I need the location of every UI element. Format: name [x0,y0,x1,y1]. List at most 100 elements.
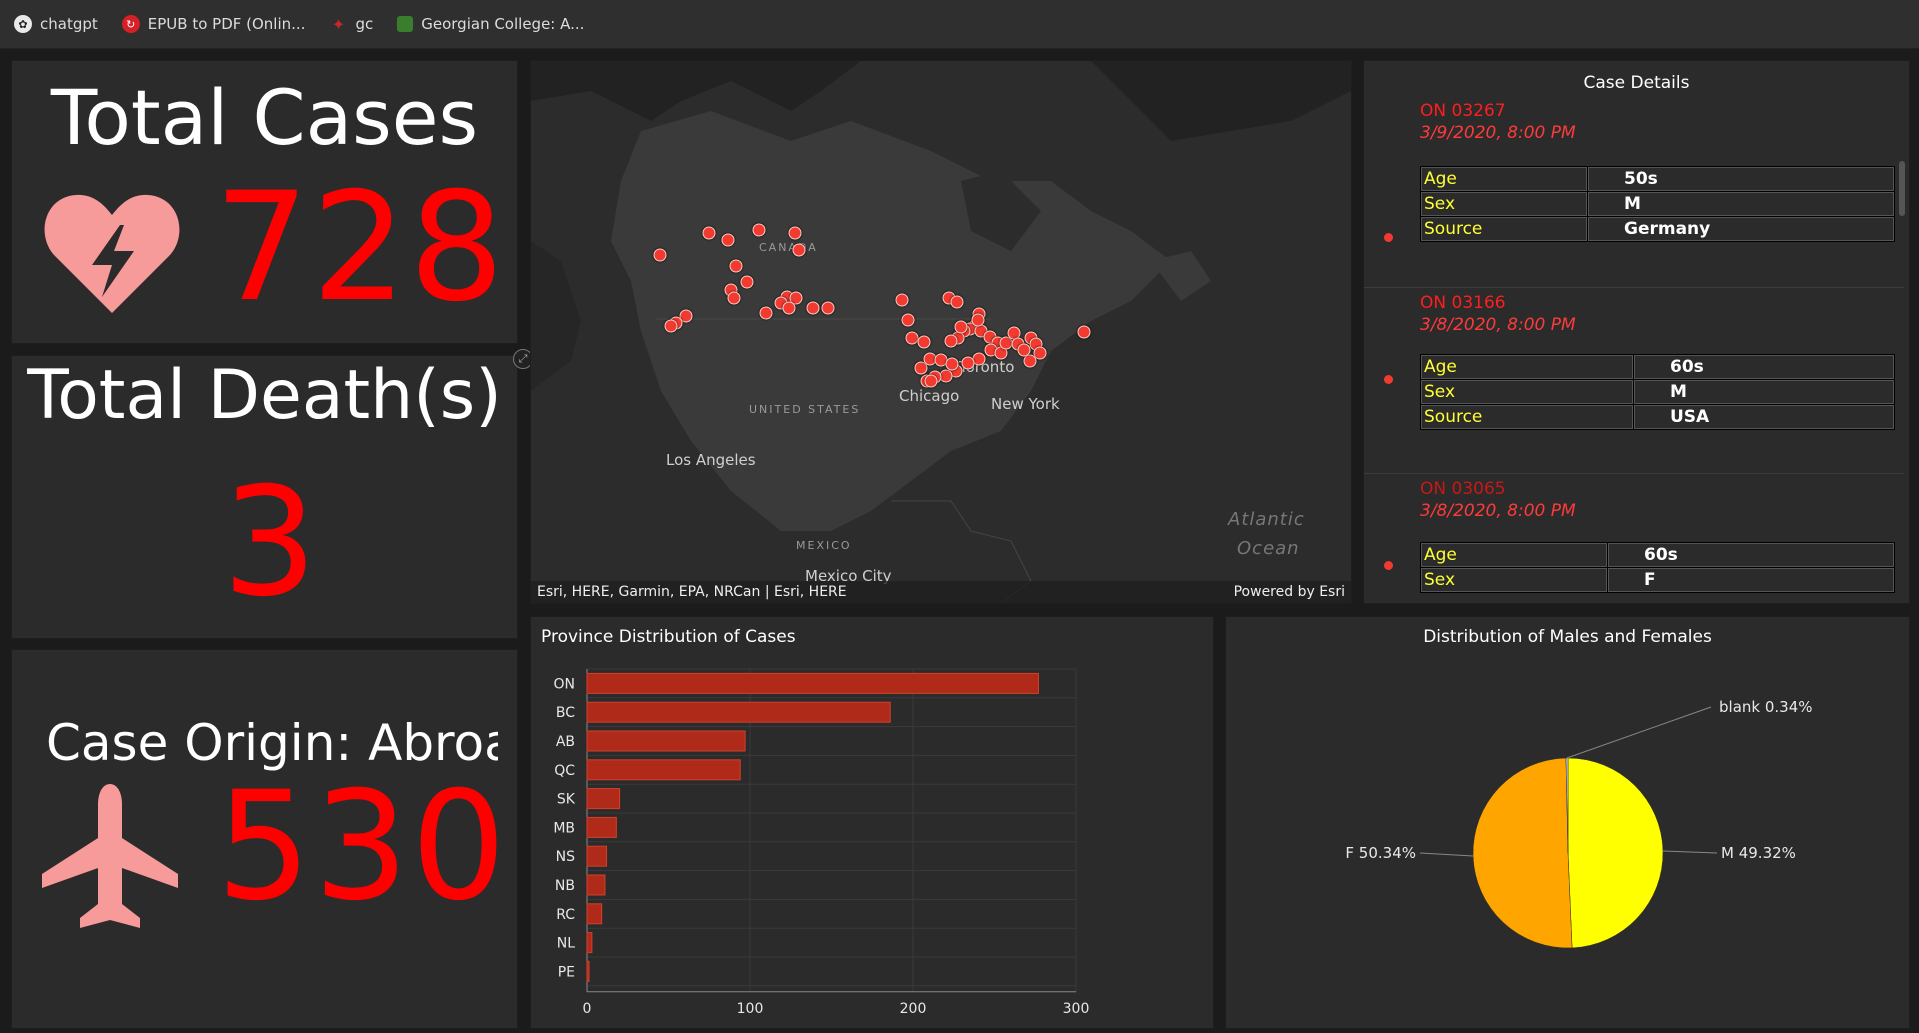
case-date: 3/8/2020, 8:00 PM [1420,501,1576,521]
y-tick-label: ON [554,676,576,692]
powered-by-esri[interactable]: Powered by Esri [1234,584,1345,600]
case-marker[interactable] [752,223,766,237]
case-marker[interactable] [1023,354,1037,368]
attr-value: M [1633,379,1895,405]
total-deaths-panel: Total Death(s) 3 ⤢ [11,349,533,639]
bookmark-georgian-college[interactable]: Georgian College: A... [397,15,584,33]
bookmark-label: chatgpt [40,15,98,33]
attr-value: F [1607,567,1895,593]
case-marker[interactable] [944,334,958,348]
map-label-mexico: MEXICO [796,539,852,552]
bar-pe [586,960,590,982]
attr-key: Sex [1420,567,1608,593]
case-marker[interactable] [917,335,931,349]
airplane-icon [42,784,178,928]
bar-bc [586,701,891,723]
case-marker[interactable] [727,291,741,305]
case-marker[interactable] [782,301,796,315]
case-marker[interactable] [759,306,773,320]
y-tick-label: NB [555,878,575,894]
case-marker[interactable] [971,313,985,327]
case-marker[interactable] [924,374,938,388]
maple-leaf-icon: ✦ [331,14,346,34]
case-date: 3/9/2020, 8:00 PM [1420,123,1576,143]
map-view[interactable]: CANADA UNITED STATES Chicago Toronto New… [530,60,1352,604]
bar-on [586,672,1040,694]
attr-key: Sex [1420,379,1634,405]
bar-rc [586,903,603,925]
bookmarks-bar: ✿ chatgpt ↻ EPUB to PDF (Onlin... ✦ gc G… [0,0,1919,49]
case-marker[interactable] [788,226,802,240]
heart-lightning-icon [44,194,180,313]
bookmark-gc[interactable]: ✦ gc [329,14,374,34]
case-marker[interactable] [895,293,909,307]
case-marker[interactable] [740,275,754,289]
map-attribution-bar: Esri, HERE, Garmin, EPA, NRCan | Esri, H… [531,581,1351,603]
case-marker[interactable] [1017,343,1031,357]
attr-value: 60s [1607,542,1895,568]
case-marker[interactable] [954,320,968,334]
case-id: ON 03166 [1420,293,1506,313]
total-cases-value: 728 [214,161,507,335]
bookmark-label: gc [355,15,374,33]
x-tick-label: 100 [737,1001,764,1017]
map-label-atlantic: Atlantic [1228,509,1305,530]
case-details-panel: Case Details ON 03267 3/9/2020, 8:00 PM … [1363,60,1910,604]
case-marker[interactable] [792,243,806,257]
attr-value: M [1587,191,1895,217]
case-marker[interactable] [721,233,735,247]
y-tick-label: QC [554,763,575,779]
attr-value: USA [1633,404,1895,430]
y-tick-label: BC [556,705,575,721]
bookmark-label: Georgian College: A... [421,15,585,33]
y-tick-label: AB [556,734,575,750]
map-label-canada: CANADA [759,241,818,254]
case-marker[interactable] [821,301,835,315]
attr-key: Age [1420,542,1608,568]
y-tick-label: NL [557,936,575,952]
case-id: ON 03065 [1420,479,1506,499]
bar-mb [586,816,617,838]
gender-chart-panel: Distribution of Males and Females M 49.3… [1225,616,1910,1029]
case-marker[interactable] [945,357,959,371]
map-label-new-york: New York [991,395,1060,413]
map-attribution[interactable]: Esri, HERE, Garmin, EPA, NRCan | Esri, H… [537,584,847,600]
map-label-ocean: Ocean [1237,538,1300,559]
x-tick-label: 0 [583,1001,592,1017]
georgian-college-icon [397,16,414,32]
epub-converter-icon: ↻ [121,15,140,33]
case-marker[interactable] [1077,325,1091,339]
case-item[interactable]: ON 03166 3/8/2020, 8:00 PM Age 60s Sex M S… [1364,287,1904,474]
case-marker[interactable] [653,248,667,262]
y-tick-label: SK [557,792,576,808]
case-marker[interactable] [702,226,716,240]
total-deaths-title: Total Death(s) [27,356,502,435]
map-label-los-angeles: Los Angeles [666,451,756,469]
case-marker[interactable] [961,356,975,370]
bookmark-epub-to-pdf[interactable]: ↻ EPUB to PDF (Onlin... [121,15,305,33]
pie-slice-f [1472,757,1573,949]
map-label-united-states: UNITED STATES [749,403,861,416]
case-marker[interactable] [729,259,743,273]
attr-value: 60s [1633,354,1895,380]
bookmark-chatgpt[interactable]: ✿ chatgpt [14,15,98,33]
case-marker[interactable] [950,295,964,309]
total-cases-title: Total Cases [50,73,479,162]
pie-leader-line [1662,850,1718,854]
case-id: ON 03267 [1420,101,1506,121]
x-tick-label: 300 [1063,1001,1090,1017]
case-marker[interactable] [664,319,678,333]
case-item[interactable]: ON 03065 3/8/2020, 8:00 PM Age 60s Sex F [1364,473,1904,603]
case-marker[interactable] [806,301,820,315]
attr-key: Age [1420,354,1634,380]
case-item[interactable]: ON 03267 3/9/2020, 8:00 PM Age 50s Sex M S… [1364,101,1904,288]
province-chart-panel: Province Distribution of Cases 0 100 200 30… [530,616,1214,1029]
case-origin-panel: Case Origin: Abroad 530 [11,649,518,1029]
case-marker-icon [1384,233,1393,242]
case-marker[interactable] [901,313,915,327]
attr-value: 50s [1587,166,1895,192]
attr-key: Age [1420,166,1588,192]
pie-label: F 50.34% [1345,844,1416,862]
pie-slice-m [1567,757,1664,949]
case-marker-icon [1384,375,1393,384]
